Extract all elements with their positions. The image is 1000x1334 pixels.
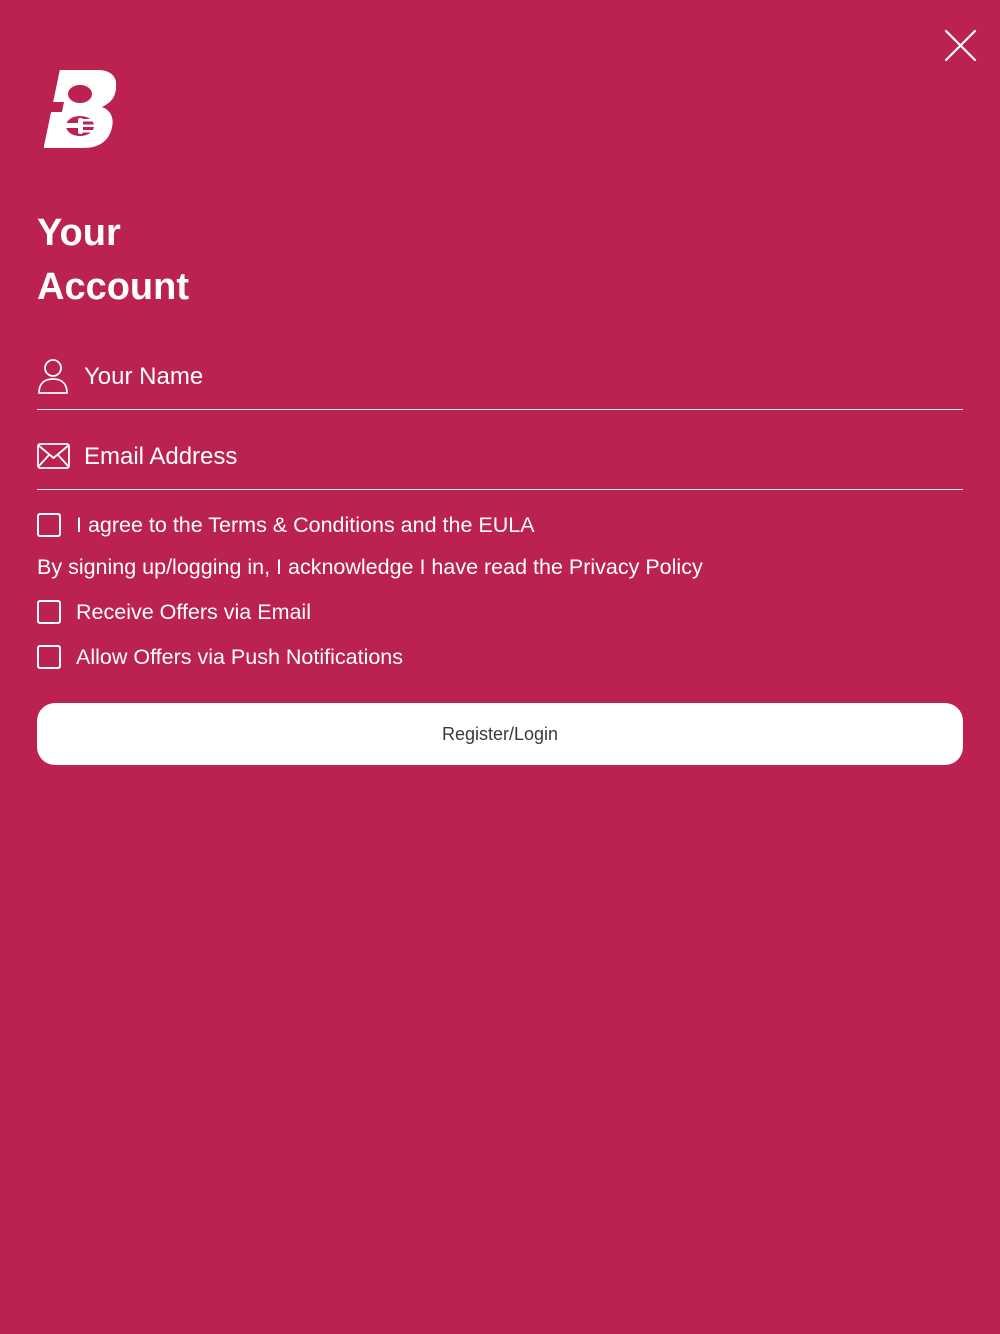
close-button[interactable] <box>940 25 980 65</box>
terms-checkbox-row[interactable]: I agree to the Terms & Conditions and th… <box>37 510 535 540</box>
privacy-note: By signing up/logging in, I acknowledge … <box>37 555 703 579</box>
offers-email-checkbox-row[interactable]: Receive Offers via Email <box>37 597 311 627</box>
email-input[interactable] <box>84 438 944 476</box>
envelope-icon <box>37 443 70 469</box>
brand-logo <box>43 68 117 150</box>
brand-logo-icon <box>43 70 117 148</box>
page-title: Your Account <box>37 206 189 314</box>
email-field <box>37 430 963 490</box>
offers-push-checkbox-row[interactable]: Allow Offers via Push Notifications <box>37 642 403 672</box>
offers-email-checkbox-label: Receive Offers via Email <box>76 599 311 624</box>
name-field <box>37 350 963 410</box>
offers-push-checkbox[interactable] <box>37 645 61 669</box>
offers-push-checkbox-label: Allow Offers via Push Notifications <box>76 644 404 669</box>
person-icon <box>38 359 68 394</box>
terms-checkbox[interactable] <box>37 513 61 537</box>
terms-checkbox-label: I agree to the Terms & Conditions and th… <box>76 512 535 537</box>
name-input[interactable] <box>84 358 944 396</box>
page-title-line2: Account <box>37 266 189 308</box>
offers-email-checkbox[interactable] <box>37 600 61 624</box>
page-title-line1: Your <box>37 212 121 254</box>
close-icon <box>944 29 977 62</box>
register-login-button[interactable]: Register/Login <box>37 703 963 765</box>
account-page: Your Account I agree to the Terms & Cond… <box>0 0 1000 1334</box>
